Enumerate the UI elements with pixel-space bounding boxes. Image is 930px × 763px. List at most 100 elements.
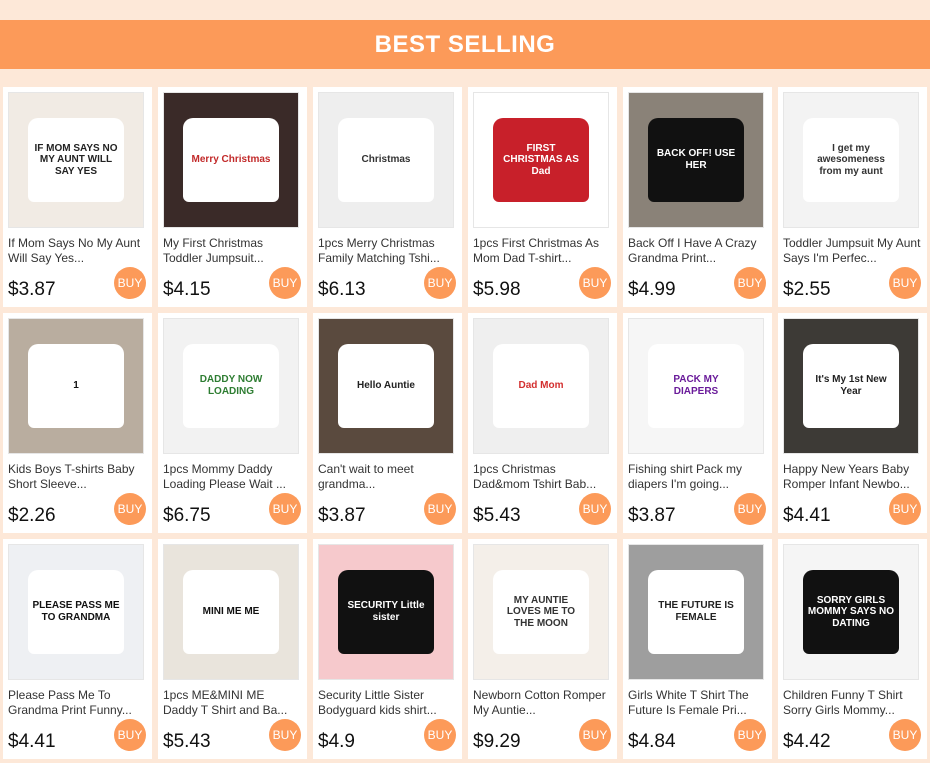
product-title[interactable]: 1pcs ME&MINI ME Daddy T Shirt and Ba...	[163, 688, 301, 718]
product-title[interactable]: Girls White T Shirt The Future Is Female…	[628, 688, 766, 718]
product-image-print: FIRST CHRISTMAS AS Dad	[492, 118, 590, 202]
product-image[interactable]: DADDY NOW LOADING	[163, 318, 299, 454]
product-price: $4.15	[163, 279, 211, 300]
product-image[interactable]: SORRY GIRLS MOMMY SAYS NO DATING	[783, 544, 919, 680]
product-price: $5.43	[163, 731, 211, 752]
product-image[interactable]: Dad Mom	[473, 318, 609, 454]
product-card[interactable]: FIRST CHRISTMAS AS Dad 1pcs First Christ…	[468, 87, 617, 307]
product-image[interactable]: I get my awesomeness from my aunt	[783, 92, 919, 228]
product-image[interactable]: Hello Auntie	[318, 318, 454, 454]
product-image[interactable]: SECURITY Little sister	[318, 544, 454, 680]
product-image-print: It's My 1st New Year	[802, 344, 900, 428]
product-price: $4.84	[628, 731, 676, 752]
product-image[interactable]: BACK OFF! USE HER	[628, 92, 764, 228]
product-card[interactable]: BACK OFF! USE HER Back Off I Have A Craz…	[623, 87, 772, 307]
product-card[interactable]: It's My 1st New Year Happy New Years Bab…	[778, 313, 927, 533]
product-image-print: 1	[27, 344, 125, 428]
product-card[interactable]: MINI ME ME 1pcs ME&MINI ME Daddy T Shirt…	[158, 539, 307, 759]
buy-button[interactable]: BUY	[889, 719, 921, 751]
product-title[interactable]: Can't wait to meet grandma...	[318, 462, 456, 492]
product-title[interactable]: 1pcs Christmas Dad&mom Tshirt Bab...	[473, 462, 611, 492]
product-image-print: SECURITY Little sister	[337, 570, 435, 654]
product-image[interactable]: 1	[8, 318, 144, 454]
buy-button[interactable]: BUY	[734, 493, 766, 525]
product-title[interactable]: If Mom Says No My Aunt Will Say Yes...	[8, 236, 146, 266]
product-image[interactable]: FIRST CHRISTMAS AS Dad	[473, 92, 609, 228]
product-image[interactable]: PLEASE PASS ME TO GRANDMA	[8, 544, 144, 680]
product-card[interactable]: I get my awesomeness from my aunt Toddle…	[778, 87, 927, 307]
product-price: $4.41	[8, 731, 56, 752]
product-card[interactable]: SECURITY Little sister Security Little S…	[313, 539, 462, 759]
product-card[interactable]: PACK MY DIAPERS Fishing shirt Pack my di…	[623, 313, 772, 533]
buy-button[interactable]: BUY	[734, 267, 766, 299]
product-price: $3.87	[8, 279, 56, 300]
product-image[interactable]: Christmas	[318, 92, 454, 228]
product-price: $3.87	[318, 505, 366, 526]
product-image-print: Dad Mom	[492, 344, 590, 428]
product-card[interactable]: Dad Mom 1pcs Christmas Dad&mom Tshirt Ba…	[468, 313, 617, 533]
buy-button[interactable]: BUY	[424, 267, 456, 299]
product-title[interactable]: My First Christmas Toddler Jumpsuit...	[163, 236, 301, 266]
product-title[interactable]: Toddler Jumpsuit My Aunt Says I'm Perfec…	[783, 236, 921, 266]
product-card[interactable]: IF MOM SAYS NO MY AUNT WILL SAY YES If M…	[3, 87, 152, 307]
buy-button[interactable]: BUY	[889, 493, 921, 525]
product-title[interactable]: Back Off I Have A Crazy Grandma Print...	[628, 236, 766, 266]
product-image[interactable]: PACK MY DIAPERS	[628, 318, 764, 454]
product-title[interactable]: Happy New Years Baby Romper Infant Newbo…	[783, 462, 921, 492]
product-image[interactable]: Merry Christmas	[163, 92, 299, 228]
product-image-print: Merry Christmas	[182, 118, 280, 202]
product-card[interactable]: Merry Christmas My First Christmas Toddl…	[158, 87, 307, 307]
product-price: $6.13	[318, 279, 366, 300]
product-title[interactable]: Security Little Sister Bodyguard kids sh…	[318, 688, 456, 718]
buy-button[interactable]: BUY	[579, 267, 611, 299]
product-card[interactable]: SORRY GIRLS MOMMY SAYS NO DATING Childre…	[778, 539, 927, 759]
buy-button[interactable]: BUY	[114, 493, 146, 525]
product-image-print: PACK MY DIAPERS	[647, 344, 745, 428]
product-card[interactable]: Christmas 1pcs Merry Christmas Family Ma…	[313, 87, 462, 307]
buy-button[interactable]: BUY	[114, 719, 146, 751]
product-price: $4.42	[783, 731, 831, 752]
buy-button[interactable]: BUY	[424, 719, 456, 751]
product-image[interactable]: THE FUTURE IS FEMALE	[628, 544, 764, 680]
product-card[interactable]: PLEASE PASS ME TO GRANDMA Please Pass Me…	[3, 539, 152, 759]
product-image-print: THE FUTURE IS FEMALE	[647, 570, 745, 654]
product-image-print: PLEASE PASS ME TO GRANDMA	[27, 570, 125, 654]
buy-button[interactable]: BUY	[269, 493, 301, 525]
banner-title: BEST SELLING	[374, 30, 556, 58]
product-grid: IF MOM SAYS NO MY AUNT WILL SAY YES If M…	[3, 87, 927, 759]
product-image[interactable]: IF MOM SAYS NO MY AUNT WILL SAY YES	[8, 92, 144, 228]
product-price: $4.99	[628, 279, 676, 300]
product-card[interactable]: DADDY NOW LOADING 1pcs Mommy Daddy Loadi…	[158, 313, 307, 533]
product-title[interactable]: 1pcs Mommy Daddy Loading Please Wait ...	[163, 462, 301, 492]
product-title[interactable]: 1pcs First Christmas As Mom Dad T-shirt.…	[473, 236, 611, 266]
product-price: $4.9	[318, 731, 355, 752]
buy-button[interactable]: BUY	[269, 267, 301, 299]
best-selling-banner: BEST SELLING	[0, 20, 930, 69]
buy-button[interactable]: BUY	[579, 493, 611, 525]
product-card[interactable]: Hello Auntie Can't wait to meet grandma.…	[313, 313, 462, 533]
product-image-print: BACK OFF! USE HER	[647, 118, 745, 202]
product-card[interactable]: 1 Kids Boys T-shirts Baby Short Sleeve..…	[3, 313, 152, 533]
product-title[interactable]: Newborn Cotton Romper My Auntie...	[473, 688, 611, 718]
product-price: $6.75	[163, 505, 211, 526]
product-image[interactable]: MY AUNTIE LOVES ME TO THE MOON	[473, 544, 609, 680]
product-title[interactable]: Fishing shirt Pack my diapers I'm going.…	[628, 462, 766, 492]
top-strip	[0, 0, 930, 20]
product-image[interactable]: MINI ME ME	[163, 544, 299, 680]
product-image-print: IF MOM SAYS NO MY AUNT WILL SAY YES	[27, 118, 125, 202]
product-title[interactable]: Children Funny T Shirt Sorry Girls Mommy…	[783, 688, 921, 718]
buy-button[interactable]: BUY	[269, 719, 301, 751]
product-title[interactable]: Kids Boys T-shirts Baby Short Sleeve...	[8, 462, 146, 492]
product-title[interactable]: 1pcs Merry Christmas Family Matching Tsh…	[318, 236, 456, 266]
product-card[interactable]: MY AUNTIE LOVES ME TO THE MOON Newborn C…	[468, 539, 617, 759]
buy-button[interactable]: BUY	[734, 719, 766, 751]
product-image[interactable]: It's My 1st New Year	[783, 318, 919, 454]
product-title[interactable]: Please Pass Me To Grandma Print Funny...	[8, 688, 146, 718]
buy-button[interactable]: BUY	[579, 719, 611, 751]
buy-button[interactable]: BUY	[889, 267, 921, 299]
buy-button[interactable]: BUY	[114, 267, 146, 299]
product-card[interactable]: THE FUTURE IS FEMALE Girls White T Shirt…	[623, 539, 772, 759]
product-image-print: MINI ME ME	[182, 570, 280, 654]
product-image-print: SORRY GIRLS MOMMY SAYS NO DATING	[802, 570, 900, 654]
buy-button[interactable]: BUY	[424, 493, 456, 525]
